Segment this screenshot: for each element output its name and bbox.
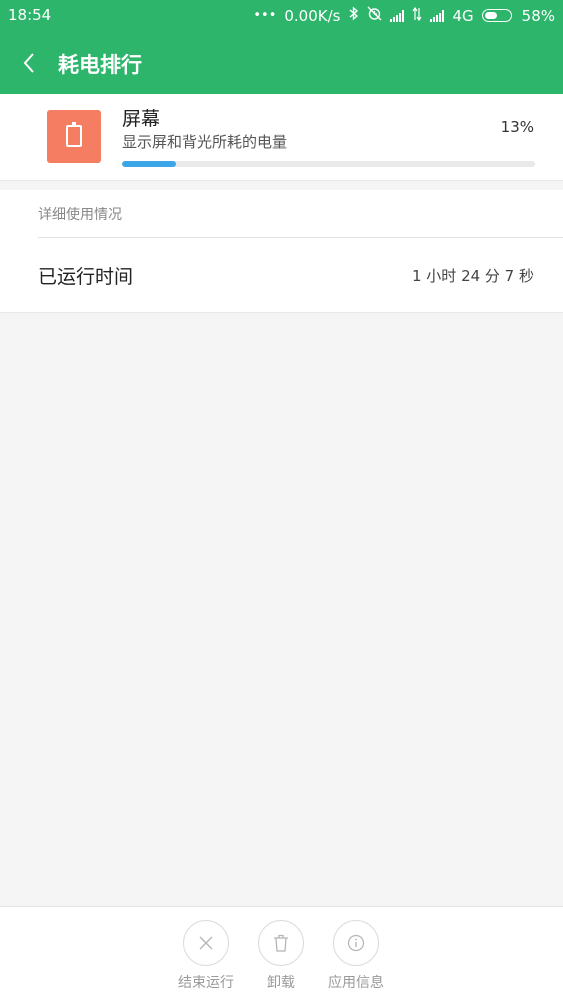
more-dots-icon: •••	[253, 8, 277, 23]
bluetooth-icon	[348, 6, 359, 25]
item-description: 显示屏和背光所耗的电量	[122, 133, 288, 151]
battery-fill	[484, 12, 497, 19]
status-bar: 18:54 ••• 0.00K/s 4G 58%	[0, 0, 563, 32]
tablet-icon	[66, 122, 82, 147]
signal-icon	[430, 9, 445, 22]
status-time: 18:54	[8, 6, 52, 24]
usage-progress-bar	[122, 161, 176, 167]
runtime-value: 1 小时 24 分 7 秒	[411, 267, 534, 285]
battery-icon	[481, 9, 512, 22]
page-title: 耗电排行	[58, 53, 142, 77]
app-icon	[47, 110, 101, 163]
trash-icon	[258, 920, 304, 966]
app-bar: 耗电排行	[0, 32, 563, 94]
data-arrows-icon	[412, 6, 422, 25]
item-percent: 13%	[500, 118, 534, 136]
app-info-button[interactable]: 应用信息	[311, 920, 401, 992]
signal-icon	[390, 9, 405, 22]
network-speed: 0.00K/s	[284, 6, 341, 25]
usage-item[interactable]: 屏幕 显示屏和背光所耗的电量 13%	[0, 94, 563, 181]
divider	[38, 237, 563, 238]
info-icon	[333, 920, 379, 966]
section-title: 详细使用情况	[38, 207, 122, 223]
chevron-left-icon	[23, 53, 34, 73]
close-icon	[183, 920, 229, 966]
runtime-label: 已运行时间	[38, 266, 134, 288]
detail-section: 详细使用情况 已运行时间 1 小时 24 分 7 秒	[0, 190, 563, 313]
usage-progress-track	[122, 161, 535, 167]
bottom-action-bar: 结束运行 卸载 应用信息	[0, 906, 563, 1001]
item-name: 屏幕	[122, 108, 161, 130]
back-button[interactable]	[22, 52, 36, 74]
battery-percent: 58%	[521, 6, 555, 25]
status-right: ••• 0.00K/s 4G 58%	[253, 6, 555, 25]
app-info-label: 应用信息	[328, 975, 384, 991]
alarm-off-icon	[367, 6, 382, 25]
network-type: 4G	[452, 6, 474, 25]
